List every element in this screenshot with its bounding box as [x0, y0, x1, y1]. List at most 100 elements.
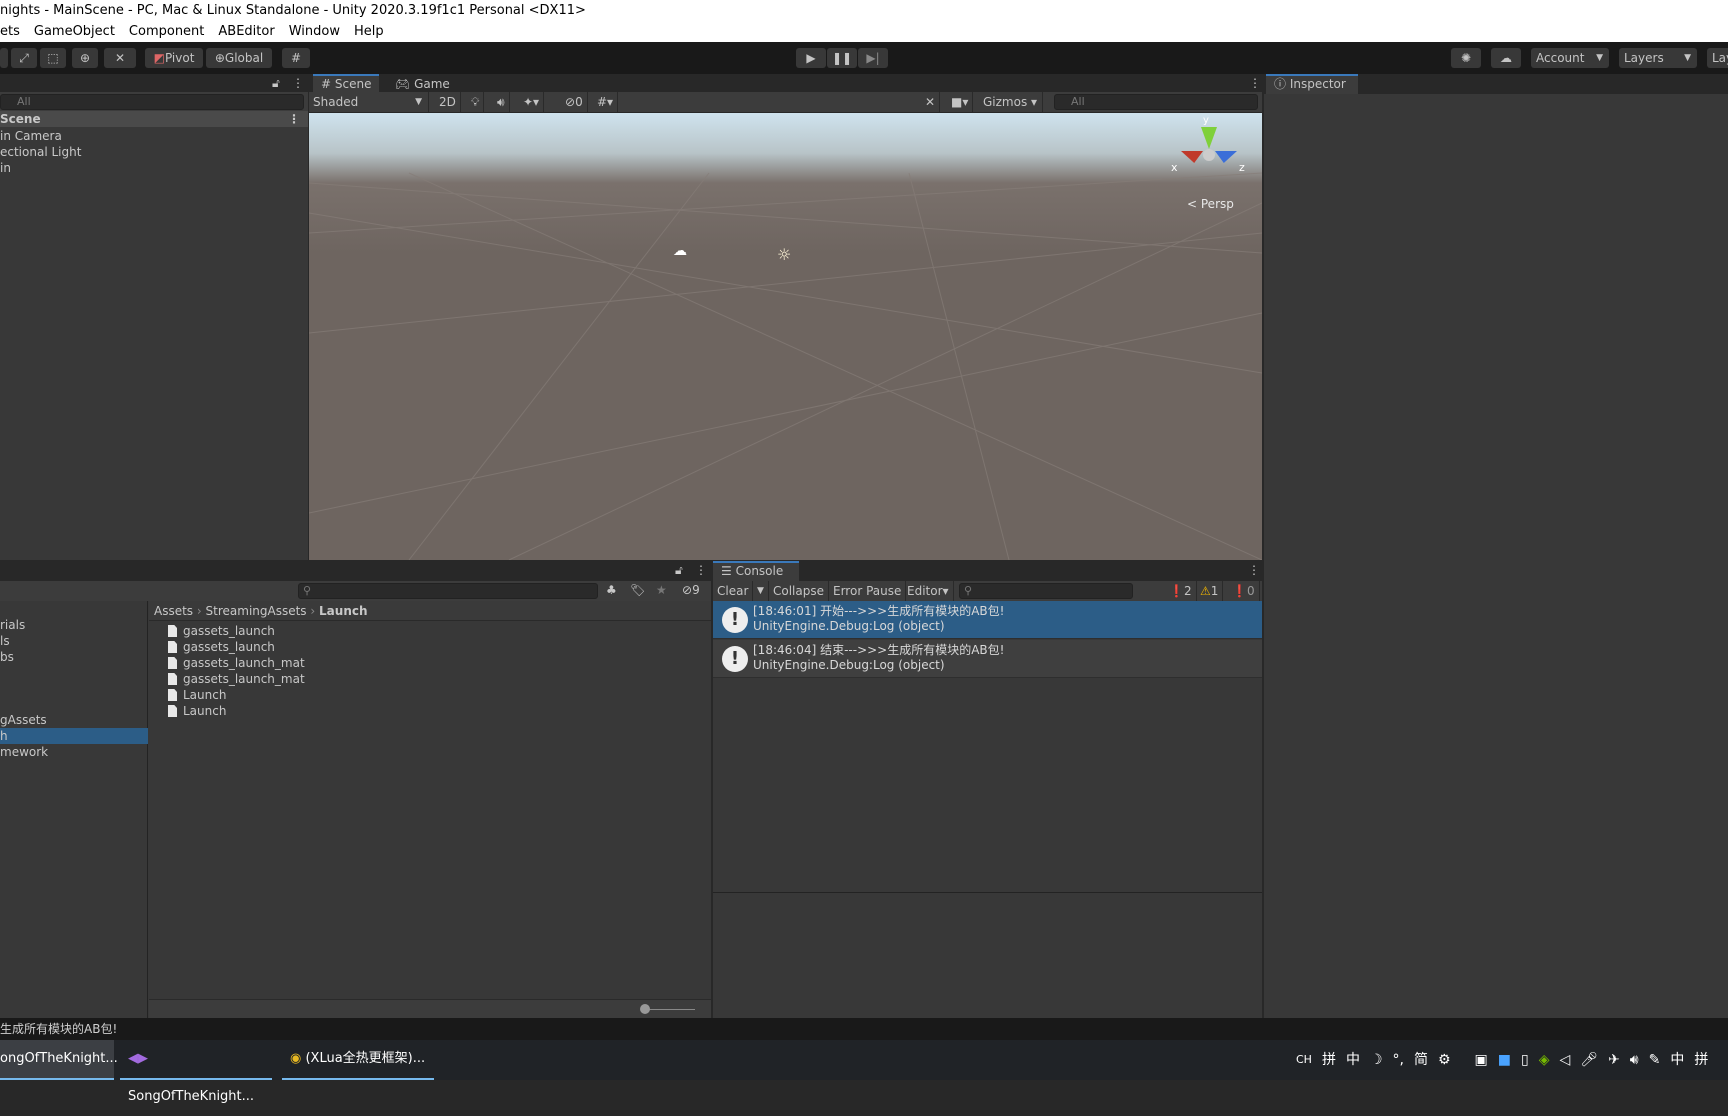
- breadcrumb-item-current[interactable]: Launch: [319, 604, 368, 618]
- hierarchy-item[interactable]: ectional Light: [0, 144, 81, 160]
- pivot-button[interactable]: ◩Pivot: [145, 48, 203, 68]
- rect-tool-icon[interactable]: ⬚: [40, 48, 66, 68]
- scene-header[interactable]: Scene ⋮: [0, 111, 308, 127]
- menu-gameobject[interactable]: GameObject: [34, 22, 115, 42]
- light-gizmo-icon[interactable]: ☼: [777, 245, 791, 264]
- play-button[interactable]: ▶: [796, 48, 826, 68]
- file-item[interactable]: gassets_launch: [168, 623, 275, 639]
- tab-game[interactable]: 🎮︎ Game: [387, 74, 458, 94]
- pause-button[interactable]: ❚❚: [827, 48, 857, 68]
- breadcrumb-item[interactable]: Assets: [154, 604, 193, 618]
- gizmos-dropdown[interactable]: Gizmos ▾: [979, 92, 1043, 112]
- projection-toggle[interactable]: < Persp: [1187, 197, 1234, 211]
- effects-icon[interactable]: ✦▾: [519, 92, 545, 112]
- file-item[interactable]: Launch: [168, 687, 226, 703]
- folder-item[interactable]: ls: [0, 633, 10, 649]
- x-axis-cone[interactable]: [1181, 151, 1203, 163]
- file-item[interactable]: gassets_launch_mat: [168, 671, 305, 687]
- menu-abeditor[interactable]: ABEditor: [218, 22, 274, 42]
- hierarchy-search-input[interactable]: All: [0, 94, 304, 110]
- scene-search-input[interactable]: All: [1054, 94, 1258, 110]
- layers-dropdown[interactable]: Layers ▼: [1619, 48, 1697, 68]
- folder-item[interactable]: mework: [0, 744, 48, 760]
- volume-icon[interactable]: 🔊︎: [1630, 1040, 1639, 1080]
- error-count-toggle[interactable]: ❗0: [1228, 581, 1260, 601]
- console-splitter[interactable]: [713, 892, 1262, 893]
- zoom-slider-handle[interactable]: [640, 1004, 650, 1014]
- scale-tool-icon[interactable]: ⤢: [11, 48, 37, 68]
- more-options-icon[interactable]: ⋮: [1249, 76, 1261, 90]
- folder-item[interactable]: gAssets: [0, 712, 47, 728]
- airplane-icon[interactable]: ✈: [1608, 1040, 1620, 1080]
- y-axis-cone[interactable]: [1201, 127, 1217, 149]
- editor-dropdown[interactable]: Editor▾: [903, 581, 954, 601]
- more-options-icon[interactable]: ⋮: [695, 563, 707, 577]
- zoom-slider-track[interactable]: [645, 1009, 695, 1010]
- pen-icon[interactable]: ✎: [1649, 1040, 1661, 1080]
- hidden-objects-toggle[interactable]: ⊘0: [561, 92, 588, 112]
- taskbar-visual-studio[interactable]: ◀▶ SongOfTheKnight...: [120, 1040, 272, 1104]
- usb-icon[interactable]: ▯: [1521, 1040, 1529, 1080]
- z-axis-cone[interactable]: [1215, 151, 1237, 163]
- status-bar[interactable]: 生成所有模块的AB包!: [0, 1018, 1728, 1040]
- scene-viewport[interactable]: ☁ ☼ y x z < Persp: [309, 113, 1262, 560]
- hierarchy-item[interactable]: in Camera: [0, 128, 62, 144]
- folder-item-selected[interactable]: h: [0, 728, 148, 744]
- log-count-toggle[interactable]: ❗2: [1165, 581, 1197, 601]
- unity-tray-icon[interactable]: ◁: [1560, 1040, 1571, 1080]
- tab-scene[interactable]: # Scene: [313, 74, 380, 94]
- tray-app-icon[interactable]: ▣: [1475, 1040, 1488, 1080]
- transform-tool-icon[interactable]: ⊕: [72, 48, 98, 68]
- breadcrumb-item[interactable]: StreamingAssets: [206, 604, 307, 618]
- shading-dropdown[interactable]: Shaded ▼: [309, 92, 429, 112]
- layout-dropdown[interactable]: Lay: [1707, 48, 1728, 68]
- camera-gizmo-icon[interactable]: ☁: [673, 243, 687, 259]
- folder-item[interactable]: rials: [0, 617, 25, 633]
- 2d-toggle[interactable]: 2D: [435, 92, 461, 112]
- tab-console[interactable]: ☰ Console: [713, 561, 799, 581]
- step-button[interactable]: ▶|: [858, 48, 888, 68]
- taskbar-chrome[interactable]: ◉ (XLua全热更框架)...: [282, 1040, 434, 1080]
- hidden-packages-toggle[interactable]: ⊘9: [682, 583, 700, 597]
- filter-label-icon[interactable]: 🏷︎: [630, 583, 645, 597]
- console-search-input[interactable]: ⚲: [959, 583, 1133, 599]
- more-options-icon[interactable]: ⋮: [292, 76, 304, 90]
- error-pause-toggle[interactable]: Error Pause: [829, 581, 907, 601]
- taskbar-unity[interactable]: ongOfTheKnight...: [0, 1040, 118, 1080]
- favorite-icon[interactable]: ★: [656, 583, 667, 597]
- tray-recorder-icon[interactable]: ■: [1498, 1040, 1511, 1080]
- grid-snap-icon[interactable]: #: [282, 48, 310, 68]
- menu-component[interactable]: Component: [129, 22, 204, 42]
- warning-count-toggle[interactable]: ⚠1: [1196, 581, 1224, 601]
- clear-button[interactable]: Clear: [713, 581, 754, 601]
- tools-icon[interactable]: ✕: [921, 92, 941, 112]
- folder-item[interactable]: bs: [0, 649, 14, 665]
- custom-tool-icon[interactable]: ✕: [104, 48, 136, 68]
- menu-window[interactable]: Window: [289, 22, 340, 42]
- audio-icon[interactable]: 🔊︎: [493, 92, 510, 112]
- project-search-input[interactable]: ⚲: [298, 583, 598, 599]
- move-tool-button[interactable]: [0, 48, 8, 68]
- filter-type-icon[interactable]: ♣: [606, 583, 617, 597]
- lock-icon[interactable]: 🔓︎: [272, 76, 280, 91]
- file-item[interactable]: Launch: [168, 703, 226, 719]
- settings-icon[interactable]: ⚙: [1438, 1040, 1451, 1080]
- lock-icon[interactable]: 🔓︎: [675, 563, 683, 578]
- clear-options-dropdown[interactable]: ▼: [753, 581, 769, 601]
- hierarchy-item[interactable]: in: [0, 160, 11, 176]
- file-item[interactable]: gassets_launch: [168, 639, 275, 655]
- collapse-toggle[interactable]: Collapse: [769, 581, 829, 601]
- camera-icon[interactable]: ■▾: [947, 92, 974, 112]
- menu-assets[interactable]: ets: [0, 22, 20, 42]
- grid-icon[interactable]: #▾: [593, 92, 619, 112]
- account-dropdown[interactable]: Account ▼: [1531, 48, 1609, 68]
- tab-inspector[interactable]: ⓘ Inspector: [1266, 74, 1358, 94]
- more-options-icon[interactable]: ⋮: [1248, 563, 1260, 577]
- cloud-icon[interactable]: ☁: [1491, 48, 1521, 68]
- microphone-icon[interactable]: 🎤︎: [1580, 1040, 1598, 1080]
- nvidia-icon[interactable]: ◈: [1539, 1040, 1550, 1080]
- collab-icon[interactable]: ✺: [1451, 48, 1481, 68]
- file-item[interactable]: gassets_launch_mat: [168, 655, 305, 671]
- console-entry[interactable]: ! [18:46:04] 结束--->>>生成所有模块的AB包! UnityEng…: [713, 640, 1262, 678]
- console-entry-selected[interactable]: ! [18:46:01] 开始--->>>生成所有模块的AB包! UnityEng…: [713, 601, 1262, 639]
